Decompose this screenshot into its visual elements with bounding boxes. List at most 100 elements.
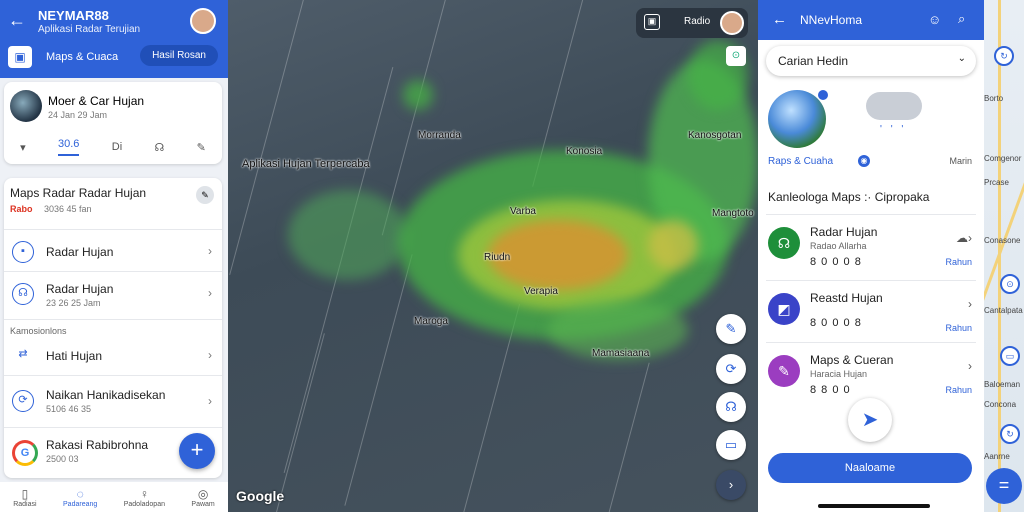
screen-button[interactable]: ▭: [716, 430, 746, 460]
list-item[interactable]: ◩ Reastd Hujan 8 0 0 0 8 › Rahun: [766, 280, 976, 342]
list-item-label: Maps & Cueran: [810, 353, 894, 367]
chevron-down-icon: ⌄: [957, 53, 966, 64]
tab-3[interactable]: ☊: [154, 141, 164, 154]
menu-fab-button[interactable]: =: [986, 468, 1022, 504]
list-item-sub: Radao Allarha: [810, 241, 867, 251]
map-label: Aplikasi Hujan Terpercaba: [242, 158, 370, 170]
list-item[interactable]: ⇄ Hati Hujan ›: [4, 336, 222, 376]
chevron-right-icon: ›: [968, 297, 972, 311]
section-title: Kanleologa Maps :· Cipropaka: [768, 190, 930, 204]
list-item-value: 8 0 0 0 8: [810, 317, 862, 329]
select-value: Carian Hedin: [778, 54, 849, 68]
nav-icon: ◌: [76, 486, 84, 501]
list-item[interactable]: ☊ Radar Hujan 23 26 25 Jam ›: [4, 274, 222, 320]
back-arrow-icon[interactable]: ←: [8, 10, 26, 31]
add-fab-button[interactable]: +: [179, 433, 215, 469]
strip-label: Aanrne: [984, 452, 1010, 461]
nav-item-radiasi[interactable]: ▯ Radiasi: [13, 487, 36, 508]
avatar[interactable]: [720, 11, 744, 35]
edit-icon[interactable]: ✎: [196, 186, 214, 204]
right-header: ← NNevHoma ☺ ⌕: [758, 0, 984, 40]
chevron-right-icon: ›: [208, 348, 212, 362]
list-item-sub: 23 26 25 Jam: [46, 298, 101, 308]
radar-blob-yellow: [648, 220, 698, 270]
card-header-row[interactable]: Maps Radar Radar Hujan Rabo 3036 45 fan …: [4, 178, 222, 230]
refresh-button[interactable]: ⟳: [716, 354, 746, 384]
map-strip[interactable]: ↻ Borto Comgenor Prcase Conasone ⊙ Canta…: [984, 0, 1024, 512]
list-item[interactable]: ⟳ Naikan Hanikadisekan 5106 46 35 ›: [4, 378, 222, 428]
layers-icon[interactable]: ▣: [644, 14, 660, 30]
primary-cta-button[interactable]: Naaloame: [768, 453, 972, 483]
map-pin-icon[interactable]: ↻: [1000, 424, 1020, 444]
nav-item-pawam[interactable]: ◎ Pawam: [191, 487, 214, 508]
right-title: NNevHoma: [800, 13, 863, 27]
back-arrow-icon[interactable]: ←: [772, 11, 787, 28]
list-item-sub: 2500 03: [46, 454, 79, 464]
rain-streak: [272, 333, 325, 512]
strip-label: Baloeman: [984, 380, 1021, 389]
bottom-nav: ▯ Radiasi ◌ Padareang ♀ Padoladopan ◎ Pawam: [0, 482, 228, 512]
rain-streak: [607, 362, 650, 512]
list-item-sub: 5106 46 35: [46, 404, 92, 414]
tab-0[interactable]: ▾: [20, 141, 26, 154]
radar-blob-green: [403, 80, 433, 110]
map-pin-icon[interactable]: ↻: [994, 46, 1014, 66]
draw-button[interactable]: ✎: [716, 314, 746, 344]
swap-icon: ⇄: [18, 348, 28, 360]
strip-label: Cantalpata: [984, 306, 1023, 315]
list-item-link[interactable]: Rahun: [945, 323, 972, 333]
weather-button[interactable]: ☊: [716, 392, 746, 422]
list-item-label: Radar Hujan: [46, 282, 114, 296]
refresh-icon: ⟳: [12, 390, 34, 412]
header-pill-button[interactable]: Hasil Rosan: [140, 45, 218, 66]
list-item-value: 8 8 0 0: [810, 384, 851, 396]
list-item-link[interactable]: Rahun: [945, 257, 972, 267]
list-item[interactable]: ✎ Maps & Cueran Haracia Hujan 8 8 0 0 › …: [766, 342, 976, 404]
nav-item-padareang[interactable]: ◌ Padareang: [63, 487, 97, 508]
strip-label: Concona: [984, 400, 1017, 409]
list-item-link[interactable]: Rahun: [945, 385, 972, 395]
menu-card: Maps Radar Radar Hujan Rabo 3036 45 fan …: [4, 178, 222, 478]
list-item[interactable]: ☊ Radar Hujan Radao Allarha 8 0 0 0 8 ☁›…: [766, 214, 976, 276]
strip-label: Prcase: [984, 178, 1009, 187]
map-label: Kanosgotan: [688, 130, 742, 141]
tab-2[interactable]: Di: [112, 141, 122, 153]
list-item-label: Naikan Hanikadisekan: [46, 388, 166, 402]
navigate-button[interactable]: ➤: [848, 398, 892, 442]
list-item-value: 8 0 0 0 8: [810, 256, 862, 268]
avatar[interactable]: [190, 8, 216, 34]
chevron-right-icon: ›: [208, 394, 212, 408]
tab-4[interactable]: ✎: [197, 141, 206, 154]
app-icon[interactable]: ▣: [8, 46, 32, 68]
list-item-label: Hati Hujan: [46, 349, 103, 363]
radar-map[interactable]: Aplikasi Hujan Terpercaba Morranda Konos…: [228, 0, 758, 512]
chevron-right-icon: ›: [208, 244, 212, 258]
map-label: Maroga: [414, 316, 448, 327]
radar-icon: ☊: [768, 227, 800, 259]
smile-icon[interactable]: ☺: [928, 12, 941, 27]
map-top-label: Radio: [684, 16, 711, 27]
list-item-label: Rakasi Rabibrohna: [46, 438, 149, 452]
strip-label: Conasone: [984, 236, 1021, 245]
map-pin-icon[interactable]: ⊙: [1000, 274, 1020, 294]
profile-thumbnail: [10, 90, 42, 122]
list-item[interactable]: ▪ Radar Hujan ›: [4, 232, 222, 272]
radar-blob-green: [288, 190, 408, 280]
card-subtitle: 3036 45 fan: [44, 204, 92, 214]
hero-label[interactable]: Raps & Cuaha: [768, 156, 833, 167]
right-panel: ← NNevHoma ☺ ⌕ Carian Hedin ⌄ ' ' ' Raps…: [758, 0, 984, 512]
next-button[interactable]: ›: [716, 470, 746, 500]
strip-label: Comgenor: [984, 154, 1022, 163]
location-select[interactable]: Carian Hedin ⌄: [766, 46, 976, 76]
nav-label: Padoladopan: [123, 500, 165, 508]
profile-subtitle: 24 Jan 29 Jam: [48, 110, 108, 120]
map-pin-icon[interactable]: ▭: [1000, 346, 1020, 366]
search-icon[interactable]: ⌕: [958, 11, 965, 27]
rain-streak: [344, 254, 413, 506]
app-label: Maps & Cuaca: [46, 51, 119, 63]
nav-icon: ♀: [139, 486, 149, 501]
tab-1[interactable]: 30.6: [58, 138, 80, 156]
location-tag-icon[interactable]: ⊙: [726, 46, 746, 66]
nav-label: Padareang: [63, 500, 98, 508]
nav-item-padoladopan[interactable]: ♀ Padoladopan: [124, 487, 165, 508]
